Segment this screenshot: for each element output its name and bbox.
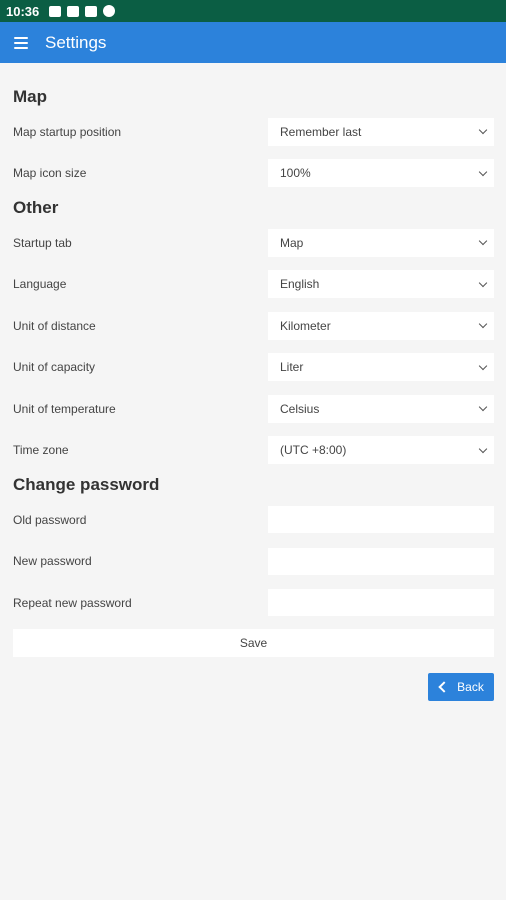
setting-row-unit-of-temperature: Unit of temperature Celsius [13,388,494,430]
image-notification-icon [49,5,62,17]
setting-row-startup-tab: Startup tab Map [13,222,494,264]
select-value: Remember last [280,124,362,139]
repeat-new-password-field[interactable] [268,589,494,617]
map-startup-position-select[interactable]: Remember last [268,117,494,146]
map-icon-size-select[interactable]: 100% [268,159,494,188]
select-value: Celsius [280,401,320,416]
mail-notification-icon [85,5,98,17]
new-password-field[interactable] [268,547,494,575]
save-button[interactable]: Save [13,628,494,657]
chevron-left-icon [438,681,450,693]
startup-tab-select[interactable]: Map [268,228,494,257]
setting-row-old-password: Old password [13,499,494,541]
hamburger-menu-icon[interactable] [14,34,28,52]
unit-of-temperature-select[interactable]: Celsius [268,394,494,423]
setting-row-language: Language English [13,264,494,306]
setting-row-time-zone: Time zone (UTC +8:00) [13,430,494,472]
setting-label: Unit of temperature [13,401,116,416]
setting-row-map-icon-size: Map icon size 100% [13,153,494,195]
select-value: English [280,277,320,292]
setting-label: Old password [13,512,87,527]
select-value: Map [280,235,304,250]
setting-label: New password [13,554,92,569]
section-title-other: Other [13,198,59,217]
setting-label: Startup tab [13,235,72,250]
old-password-field[interactable] [268,506,494,534]
back-button[interactable]: Back [428,673,494,701]
select-value: (UTC +8:00) [280,443,347,458]
chevron-down-icon [478,167,488,176]
setting-label: Repeat new password [13,595,132,610]
unit-of-distance-select[interactable]: Kilometer [268,311,494,340]
chevron-down-icon [478,444,488,453]
search-notification-icon [103,5,116,17]
setting-label: Time zone [13,443,69,458]
section-title-map: Map [13,87,47,106]
app-notification-icon [67,5,80,17]
setting-row-repeat-password: Repeat new password [13,582,494,624]
chevron-down-icon [478,278,488,287]
select-value: 100% [280,166,311,181]
setting-row-new-password: New password [13,541,494,583]
settings-content: Map Map startup position Remember last M… [0,63,506,657]
select-value: Kilometer [280,318,331,333]
setting-label: Unit of distance [13,318,96,333]
chevron-down-icon [478,126,488,135]
app-bar: Settings [0,22,506,63]
page-title: Settings [45,32,107,52]
setting-label: Map icon size [13,166,87,181]
time-zone-select[interactable]: (UTC +8:00) [268,436,494,465]
status-time: 10:36 [6,3,40,19]
setting-row-unit-of-distance: Unit of distance Kilometer [13,305,494,347]
setting-row-map-startup-position: Map startup position Remember last [13,111,494,153]
language-select[interactable]: English [268,270,494,299]
setting-label: Unit of capacity [13,360,96,375]
chevron-down-icon [478,237,488,246]
setting-row-unit-of-capacity: Unit of capacity Liter [13,347,494,389]
unit-of-capacity-select[interactable]: Liter [268,353,494,382]
chevron-down-icon [478,361,488,370]
setting-label: Map startup position [13,124,122,139]
status-bar: 10:36 [0,0,506,22]
chevron-down-icon [478,320,488,329]
setting-label: Language [13,277,67,292]
section-title-change-password: Change password [13,475,160,494]
chevron-down-icon [478,403,488,412]
back-button-label: Back [457,680,484,694]
select-value: Liter [280,360,304,375]
